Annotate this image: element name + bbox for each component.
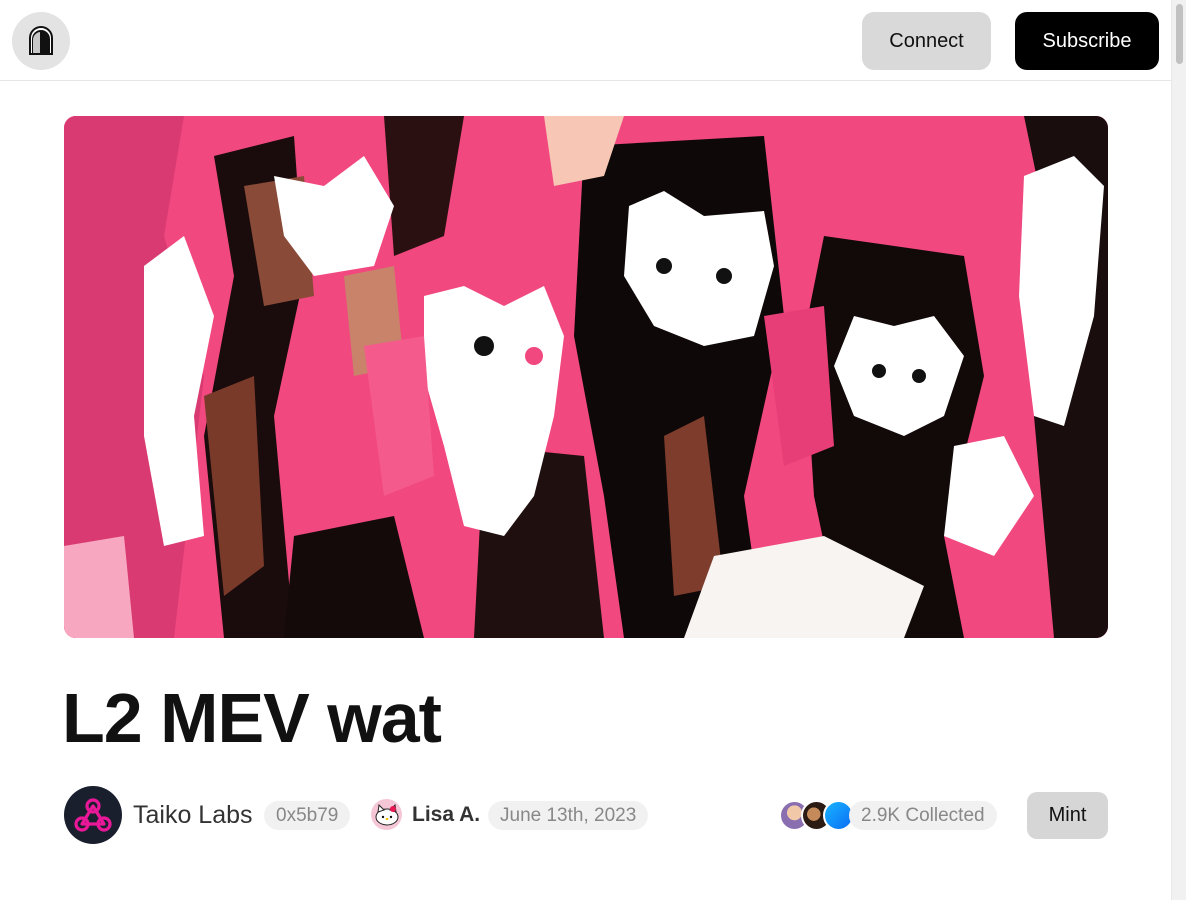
cover-image bbox=[64, 116, 1108, 638]
home-logo-button[interactable] bbox=[12, 12, 70, 70]
scrollbar-thumb[interactable] bbox=[1176, 4, 1183, 64]
publish-date: June 13th, 2023 bbox=[488, 801, 649, 830]
publication-name[interactable]: Taiko Labs bbox=[133, 799, 253, 831]
post-byline: Taiko Labs 0x5b79 Lisa A. June 13th, 202… bbox=[64, 786, 1108, 844]
author-avatar[interactable] bbox=[371, 799, 402, 830]
top-header: Connect Subscribe bbox=[0, 0, 1171, 81]
publication-avatar[interactable] bbox=[64, 786, 122, 844]
page-scrollbar[interactable] bbox=[1171, 0, 1186, 900]
collector-avatars[interactable] bbox=[779, 800, 859, 831]
mint-button[interactable]: Mint bbox=[1027, 792, 1108, 839]
cover-artwork bbox=[64, 116, 1108, 638]
author-name[interactable]: Lisa A. bbox=[412, 801, 480, 829]
hello-kitty-avatar-icon bbox=[375, 803, 398, 825]
publication-address[interactable]: 0x5b79 bbox=[264, 801, 351, 830]
arch-logo-icon bbox=[29, 26, 53, 55]
collected-count[interactable]: 2.9K Collected bbox=[849, 801, 997, 830]
taiko-logo-icon bbox=[74, 798, 112, 832]
post-title: L2 MEV wat bbox=[62, 679, 442, 757]
subscribe-button[interactable]: Subscribe bbox=[1015, 12, 1159, 70]
connect-button[interactable]: Connect bbox=[862, 12, 991, 70]
